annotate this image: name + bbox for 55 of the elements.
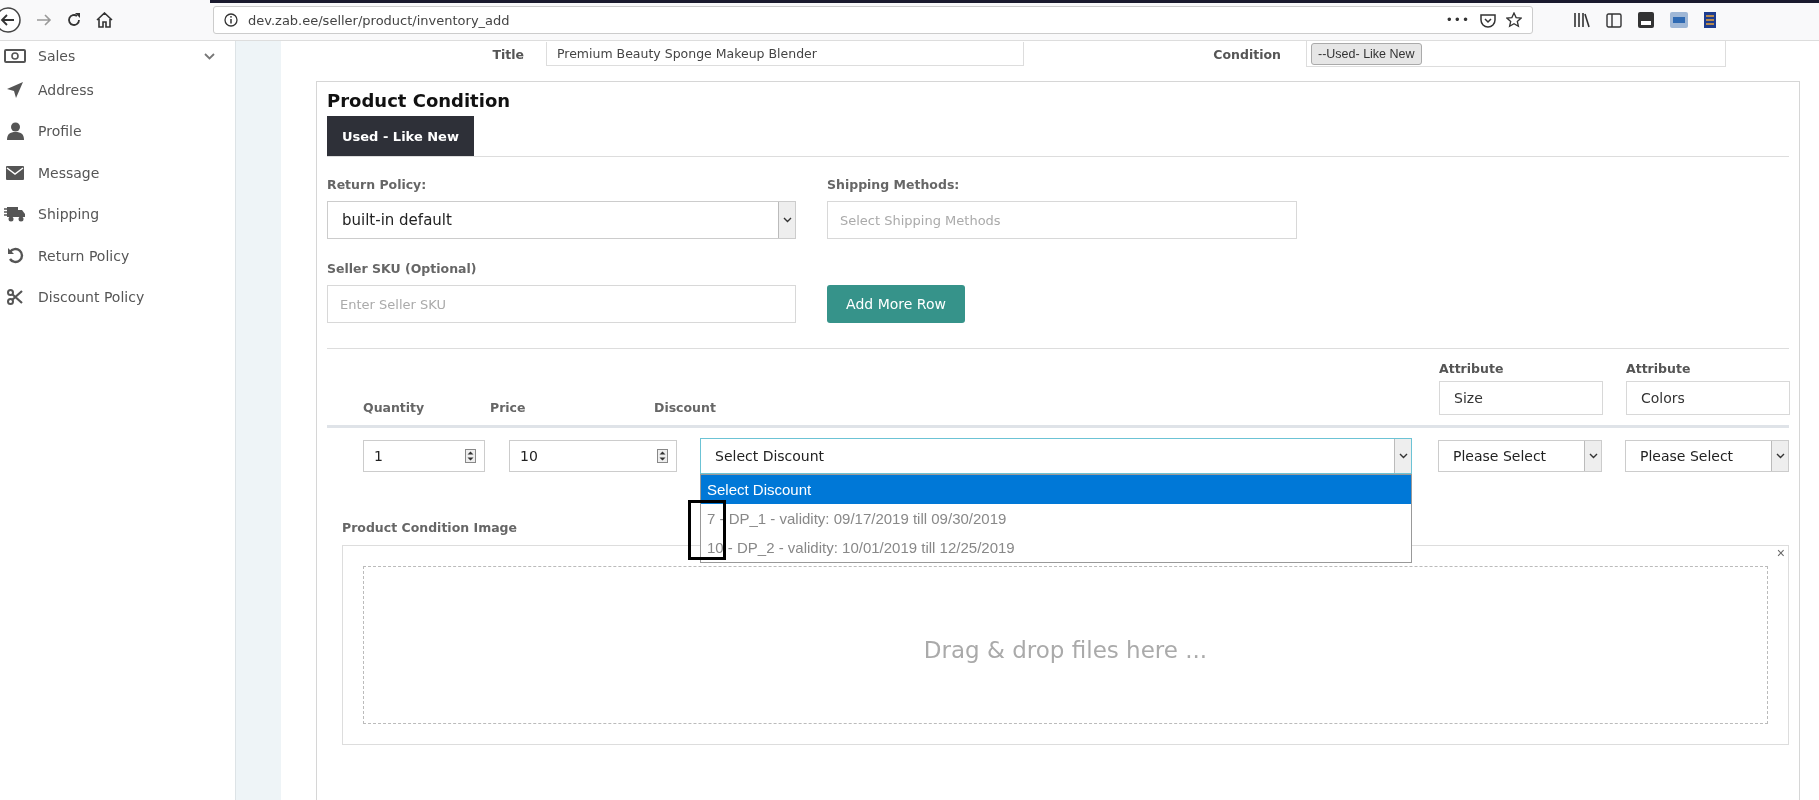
extension-icon[interactable] bbox=[1638, 12, 1654, 28]
close-button[interactable]: × bbox=[1776, 545, 1785, 561]
section-heading: Product Condition bbox=[327, 90, 512, 111]
condition-label: Condition bbox=[1212, 46, 1282, 62]
attribute-label: Attribute bbox=[1626, 361, 1692, 376]
return-policy-select[interactable]: built-in default bbox=[327, 201, 796, 239]
user-icon bbox=[6, 122, 24, 141]
image-upload-label: Product Condition Image bbox=[342, 520, 518, 535]
forward-button[interactable] bbox=[36, 13, 52, 27]
discount-option[interactable]: 10 - DP_2 - validity: 10/01/2019 till 12/25/2019 bbox=[701, 533, 1411, 562]
home-button[interactable] bbox=[96, 12, 113, 28]
attribute-name-field[interactable]: Size bbox=[1439, 381, 1603, 415]
column-header: Price bbox=[490, 400, 527, 415]
price-input[interactable]: 10 bbox=[509, 440, 677, 472]
envelope-icon bbox=[6, 165, 24, 180]
attribute-value-select[interactable]: Please Select bbox=[1438, 440, 1602, 472]
sidebar-icon[interactable] bbox=[1606, 12, 1622, 28]
column-header: Discount bbox=[654, 400, 716, 415]
attribute-label: Attribute bbox=[1439, 361, 1505, 376]
return-policy-label: Return Policy: bbox=[327, 177, 428, 192]
library-icon[interactable] bbox=[1573, 12, 1590, 28]
sidebar-item[interactable]: Shipping bbox=[0, 193, 235, 235]
undo-icon bbox=[6, 247, 24, 265]
reload-button[interactable] bbox=[66, 12, 82, 28]
discount-select[interactable]: Select Discount bbox=[700, 438, 1412, 474]
back-button[interactable] bbox=[0, 6, 22, 34]
sidebar-item[interactable]: Message bbox=[0, 152, 235, 194]
condition-select[interactable]: --Used- Like New bbox=[1311, 42, 1422, 65]
column-header: Quantity bbox=[363, 400, 426, 415]
pocket-icon[interactable] bbox=[1480, 12, 1496, 28]
quantity-input[interactable]: 1 bbox=[363, 440, 485, 472]
shipping-methods-label: Shipping Methods: bbox=[827, 177, 961, 192]
info-icon bbox=[224, 13, 238, 27]
truck-icon bbox=[4, 206, 26, 223]
title-label: Title bbox=[491, 46, 525, 62]
condition-tab[interactable]: Used - Like New bbox=[327, 116, 474, 156]
scissors-icon bbox=[7, 289, 23, 306]
address-bar[interactable]: dev.zab.ee/seller/product/inventory_add ••• bbox=[213, 6, 1533, 34]
attribute-value-select[interactable]: Please Select bbox=[1625, 440, 1789, 472]
discount-option[interactable]: Select Discount bbox=[701, 475, 1411, 504]
sidebar-item[interactable]: Address bbox=[0, 69, 235, 111]
sidebar-item[interactable]: Profile bbox=[0, 110, 235, 152]
bookmark-star-icon[interactable] bbox=[1506, 12, 1522, 28]
add-more-row-button[interactable]: Add More Row bbox=[827, 285, 965, 323]
banknote-icon bbox=[4, 49, 26, 63]
page-actions-menu[interactable]: ••• bbox=[1445, 13, 1470, 27]
attribute-name-field[interactable]: Colors bbox=[1626, 381, 1790, 415]
sidebar-item[interactable]: Sales bbox=[0, 43, 235, 69]
discount-option[interactable]: 7 - DP_1 - validity: 09/17/2019 till 09/30/2019 bbox=[701, 504, 1411, 533]
location-arrow-icon bbox=[6, 80, 24, 99]
seller-sku-label: Seller SKU (Optional) bbox=[327, 261, 478, 276]
title-input[interactable]: Premium Beauty Sponge Makeup Blender bbox=[546, 42, 1024, 66]
url-text: dev.zab.ee/seller/product/inventory_add bbox=[248, 12, 511, 28]
sidebar-item[interactable]: Discount Policy bbox=[0, 276, 235, 318]
sidebar-item[interactable]: Return Policy bbox=[0, 235, 235, 277]
